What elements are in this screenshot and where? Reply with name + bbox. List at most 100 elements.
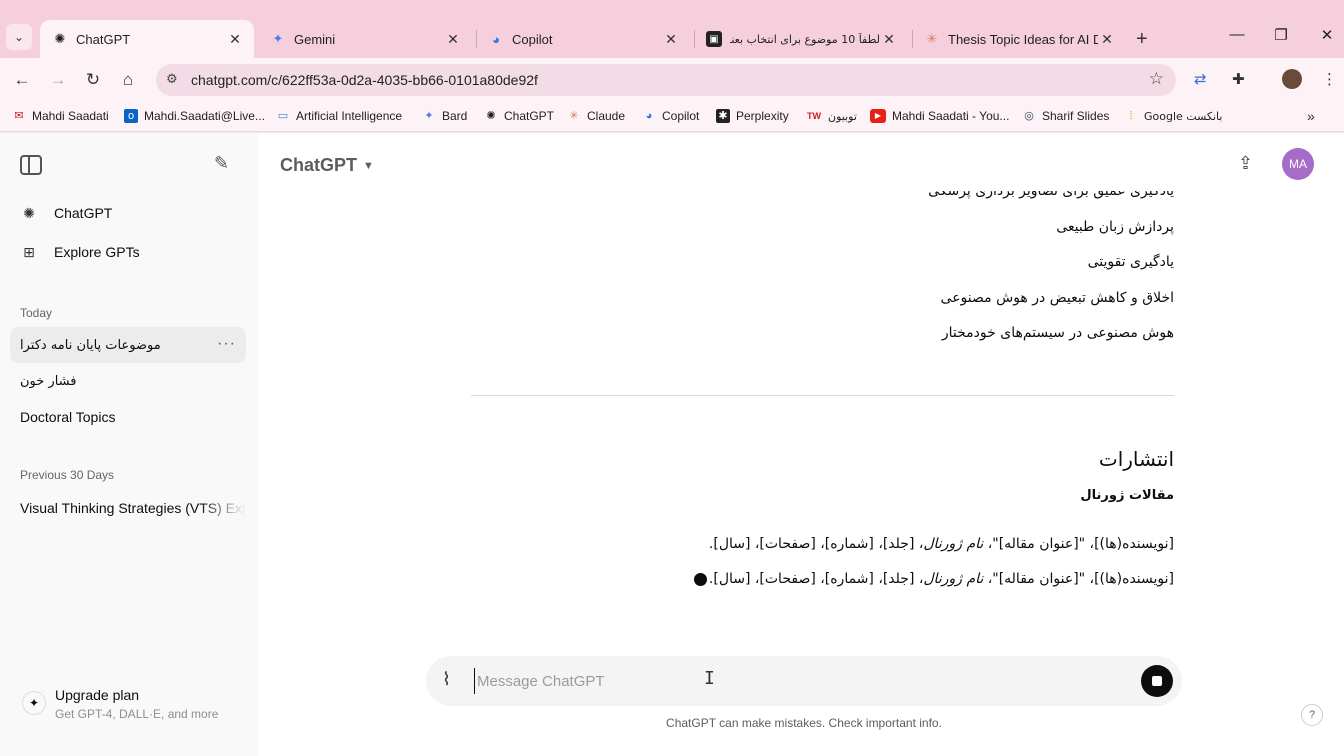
bookmark-item[interactable]: ✳ Claude	[567, 109, 625, 123]
folder-image-icon: ▭	[277, 110, 289, 122]
extensions-icon[interactable]: ✚	[1232, 70, 1245, 88]
app-icon: ▣	[706, 31, 722, 47]
close-window-button[interactable]: ✕	[1314, 26, 1340, 44]
tab-claude[interactable]: ✳ Thesis Topic Ideas for AI Doc ✕	[912, 20, 1126, 58]
claude-icon: ✳	[569, 110, 579, 122]
claude-icon: ✳	[926, 31, 938, 46]
tab-strip: ⌄ ✺ ChatGPT ✕ ✦ Gemini ✕ ◕ Copilot ✕ ▣ ل…	[0, 0, 1344, 58]
bookmark-item[interactable]: ✦ Bard	[422, 109, 467, 123]
list-item: هوش مصنوعی در سیستم‌های خودمختار	[941, 325, 1174, 341]
chat-title: Visual Thinking Strategies (VTS) Exp	[20, 500, 246, 516]
chat-title: فشار خون	[20, 373, 77, 389]
close-icon[interactable]: ✕	[444, 31, 462, 48]
gmail-icon: ✉	[14, 110, 24, 122]
message-input[interactable]	[474, 668, 1074, 694]
share-icon[interactable]: ⇪	[1238, 153, 1253, 174]
bookmark-item[interactable]: ✉ Mahdi Saadati	[12, 109, 108, 123]
tab-gemini[interactable]: ✦ Gemini ✕	[258, 20, 472, 58]
podcast-icon: ⁞	[1129, 110, 1133, 122]
arrow-left-icon: ←	[13, 70, 31, 89]
minimize-button[interactable]: —	[1224, 26, 1250, 43]
sidebar-item-chatgpt[interactable]: ✺ ChatGPT	[10, 195, 246, 231]
close-icon[interactable]: ✕	[226, 31, 244, 48]
chat-history-item[interactable]: Visual Thinking Strategies (VTS) Exp	[10, 490, 246, 526]
bookmarks-overflow-icon[interactable]: »	[1307, 108, 1315, 124]
tab-copilot[interactable]: ◕ Copilot ✕	[476, 20, 690, 58]
bookmark-item[interactable]: ◎ Sharif Slides	[1022, 109, 1109, 123]
upgrade-title: Upgrade plan	[55, 687, 140, 703]
forward-button[interactable]: →	[46, 68, 70, 92]
bookmark-label: Bard	[442, 109, 468, 123]
ref-details: ، [جلد]، [شماره]، [صفحات]، [سال].	[708, 536, 924, 552]
bookmark-star-icon[interactable]: ☆	[1149, 69, 1164, 89]
close-icon[interactable]: ✕	[1098, 31, 1116, 48]
chat-history-item[interactable]: فشار خون	[10, 363, 246, 399]
back-button[interactable]: ←	[10, 68, 34, 92]
reload-icon: ↻	[85, 70, 101, 89]
profile-avatar[interactable]	[1282, 69, 1302, 89]
list-item: پردازش زبان طبیعی	[1056, 219, 1174, 235]
url-text[interactable]: chatgpt.com/c/622ff53a-0d2a-4035-bb66-01…	[191, 72, 538, 88]
history-section-previous: Previous 30 Days	[20, 468, 115, 482]
upgrade-plan-button[interactable]: ✦ Upgrade plan Get GPT-4, DALL·E, and mo…	[14, 681, 244, 725]
reload-button[interactable]: ↻	[81, 68, 105, 92]
restore-button[interactable]: ❐	[1268, 26, 1294, 44]
bookmark-item[interactable]: TW توبیون	[806, 109, 857, 123]
bookmark-item[interactable]: ✱ Perplexity	[716, 109, 789, 123]
tab-title: Copilot	[512, 31, 553, 47]
chat-history-item[interactable]: Doctoral Topics	[10, 399, 246, 435]
ref-authors-title: [نویسنده(ها)]، "[عنوان مقاله]"،	[983, 536, 1174, 552]
chat-history-item[interactable]: موضوعات پایان نامه دکترا ···	[10, 327, 246, 363]
bookmark-item[interactable]: ▭ Artificial Intelligence	[276, 109, 402, 123]
browser-toolbar: ← → ↻ ⌂ ⚙ chatgpt.com/c/622ff53a-0d2a-40…	[0, 58, 1344, 102]
sharif-icon: ◎	[1024, 110, 1034, 122]
help-button[interactable]: ?	[1301, 704, 1323, 726]
paperclip-icon[interactable]: ⌇	[442, 669, 451, 690]
openai-icon: ✺	[486, 110, 496, 122]
close-icon: ✕	[1320, 27, 1334, 44]
tab-persian-topic[interactable]: ▣ لطفاً 10 موضوع برای انتخاب بعنوان ✕	[694, 20, 908, 58]
close-icon[interactable]: ✕	[880, 31, 898, 48]
more-options-icon[interactable]: ···	[217, 335, 236, 353]
new-tab-button[interactable]: +	[1136, 28, 1148, 51]
chat-title: Doctoral Topics	[20, 409, 116, 425]
bookmark-label: Copilot	[662, 109, 700, 123]
tab-search-button[interactable]: ⌄	[6, 24, 32, 50]
reference-entry: [نویسنده(ها)]، "[عنوان مقاله]"، نام ژورن…	[693, 571, 1174, 587]
sidebar-item-label: ChatGPT	[54, 205, 113, 221]
bookmark-label: ChatGPT	[504, 109, 555, 123]
user-avatar[interactable]: MA	[1282, 148, 1314, 180]
bookmark-item[interactable]: ◕ Copilot	[642, 109, 700, 123]
bookmark-label: Claude	[587, 109, 626, 123]
perplexity-icon: ✱	[716, 109, 730, 123]
bookmark-item[interactable]: ✺ ChatGPT	[484, 109, 554, 123]
bookmark-item[interactable]: ⁞ Google بانکست	[1124, 109, 1222, 123]
bookmark-label: Sharif Slides	[1042, 109, 1110, 123]
sidebar-toggle-icon[interactable]	[20, 155, 42, 175]
ref-authors-title: [نویسنده(ها)]، "[عنوان مقاله]"،	[983, 571, 1174, 587]
copilot-icon: ◕	[492, 31, 500, 47]
translate-icon[interactable]: ⇄	[1194, 70, 1207, 88]
list-item: یادگیری عمیق برای تصاویر برداری پزشکی	[928, 183, 1174, 199]
site-info-icon[interactable]: ⚙	[166, 71, 178, 87]
kebab-menu-icon[interactable]: ⋮	[1322, 70, 1337, 88]
new-chat-icon[interactable]: ✎	[214, 153, 229, 174]
sidebar-item-label: Explore GPTs	[54, 244, 140, 260]
tab-title: Thesis Topic Ideas for AI Doc	[948, 31, 1098, 47]
bookmark-item[interactable]: o Mahdi.Saadati@Live...	[124, 109, 265, 123]
ref-details: ، [جلد]، [شماره]، [صفحات]، [سال].	[708, 571, 924, 587]
main-panel: ChatGPT ▼ ⇪ MA یادگیری عمیق برای تصاویر ب…	[258, 133, 1344, 756]
stop-generating-button[interactable]	[1141, 665, 1173, 697]
copilot-icon: ◕	[645, 110, 653, 122]
sidebar-item-explore-gpts[interactable]: ⊞ Explore GPTs	[10, 234, 246, 270]
model-name: ChatGPT	[280, 155, 358, 175]
close-icon[interactable]: ✕	[662, 31, 680, 48]
arrow-right-icon: →	[49, 70, 67, 89]
tab-chatgpt[interactable]: ✺ ChatGPT ✕	[40, 20, 254, 58]
home-button[interactable]: ⌂	[116, 68, 140, 92]
grid-icon: ⊞	[23, 243, 35, 260]
plus-icon: +	[1136, 28, 1148, 50]
model-selector[interactable]: ChatGPT ▼	[280, 155, 374, 176]
bookmark-item[interactable]: ▶ Mahdi Saadati - You...	[870, 109, 1009, 123]
address-bar[interactable]: ⚙ chatgpt.com/c/622ff53a-0d2a-4035-bb66-…	[156, 64, 1176, 96]
